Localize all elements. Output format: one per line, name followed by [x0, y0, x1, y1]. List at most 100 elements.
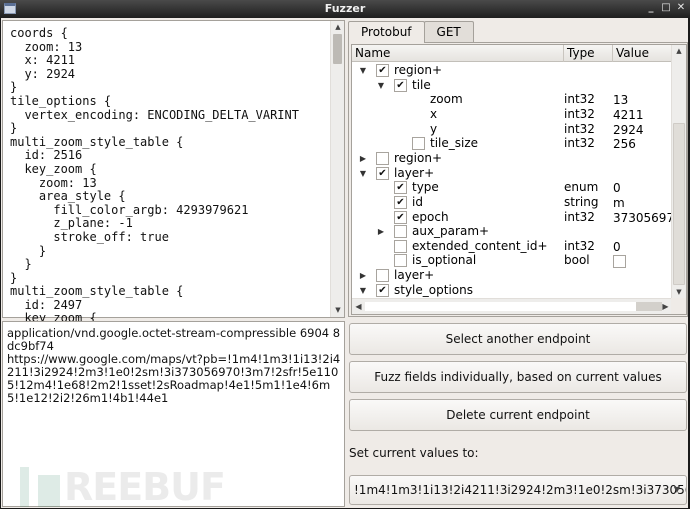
field-checkbox[interactable]: [376, 269, 389, 283]
field-type: int32: [564, 136, 595, 151]
field-name: zoom: [430, 92, 463, 107]
select-endpoint-button[interactable]: Select another endpoint: [349, 323, 687, 355]
tree-row[interactable]: ▼ ✔ region+: [352, 63, 672, 78]
tree-row[interactable]: ▶ aux_param+: [352, 224, 672, 239]
minimize-button[interactable]: _: [645, 1, 657, 15]
field-name: x: [430, 106, 438, 121]
tab-protobuf[interactable]: Protobuf: [348, 21, 425, 43]
field-checkbox[interactable]: [394, 254, 407, 268]
tree-row[interactable]: ▼ ✔ style_options: [352, 283, 672, 298]
field-type: int32: [564, 121, 595, 136]
tree-row[interactable]: is_optional bool: [352, 253, 672, 269]
field-name: layer+: [394, 165, 435, 180]
scroll-down-icon[interactable]: ▼: [331, 304, 345, 317]
collapse-arrow-icon[interactable]: ▼: [376, 78, 386, 93]
field-checkbox[interactable]: [376, 151, 389, 165]
collapse-arrow-icon[interactable]: ▼: [358, 166, 368, 181]
field-checkbox[interactable]: ✔: [376, 64, 389, 77]
field-checkbox[interactable]: [394, 225, 407, 239]
maximize-button[interactable]: □: [660, 1, 672, 15]
protobuf-tree[interactable]: Name Type Value ▼ ✔ region+ ▼ ✔ tile zoom int32…: [351, 44, 687, 315]
field-checkbox[interactable]: ✔: [394, 195, 407, 209]
expand-arrow-icon[interactable]: ▶: [358, 268, 368, 283]
field-name: type: [412, 180, 439, 195]
scroll-up-icon[interactable]: ▲: [672, 45, 686, 58]
scroll-up-icon[interactable]: ▲: [331, 21, 345, 34]
column-header-name[interactable]: Name: [352, 45, 564, 62]
field-name: y: [430, 121, 438, 136]
scroll-corner: [671, 298, 686, 314]
close-button[interactable]: ✕: [675, 1, 687, 15]
tree-row[interactable]: x int32 4211: [352, 107, 672, 122]
watermark-text: REEBUF: [64, 465, 226, 509]
collapse-arrow-icon[interactable]: ▼: [358, 63, 368, 78]
field-type: int32: [564, 209, 595, 224]
field-name: id: [412, 194, 423, 209]
tree-body: ▼ ✔ region+ ▼ ✔ tile zoom int32 13 x int32 4211 y int…: [352, 63, 672, 298]
field-name: tile_size: [430, 136, 479, 151]
field-name: epoch: [412, 209, 449, 224]
scrollbar-thumb[interactable]: [673, 123, 685, 285]
field-name: aux_param+: [412, 224, 490, 239]
field-checkbox[interactable]: ✔: [376, 283, 389, 297]
tree-row[interactable]: zoom int32 13: [352, 92, 672, 107]
field-checkbox[interactable]: [412, 137, 425, 151]
expand-arrow-icon[interactable]: ▶: [358, 151, 368, 166]
protobuf-tab-pane: Name Type Value ▼ ✔ region+ ▼ ✔ tile zoom int32…: [348, 42, 688, 317]
field-name: is_optional: [412, 253, 477, 268]
response-view[interactable]: application/vnd.google.octet-stream-comp…: [2, 321, 345, 507]
tree-header: Name Type Value: [352, 45, 672, 62]
tree-row[interactable]: ▼ ✔ layer+: [352, 166, 672, 181]
set-values-dropdown[interactable]: !1m4!1m3!1i13!2i4211!3i2924!2m3!1e0!2sm!…: [349, 475, 687, 505]
chevron-down-icon: ▼: [673, 485, 680, 494]
field-name: tile: [412, 77, 431, 92]
tree-vertical-scrollbar[interactable]: ▲ ▼: [671, 45, 686, 299]
tree-row[interactable]: extended_content_id+ int32 0: [352, 239, 672, 254]
request-editor-scrollbar[interactable]: ▲ ▼: [330, 21, 344, 317]
delete-endpoint-button[interactable]: Delete current endpoint: [349, 399, 687, 431]
scrollbar-track: [365, 302, 640, 311]
tab-bar: Protobuf GET: [348, 21, 474, 43]
value-checkbox[interactable]: [613, 255, 626, 269]
window-title: Fuzzer: [324, 2, 366, 15]
field-checkbox[interactable]: ✔: [376, 166, 389, 180]
field-type: int32: [564, 106, 595, 121]
tree-row[interactable]: tile_size int32 256: [352, 136, 672, 151]
tree-row[interactable]: ✔ id string m: [352, 195, 672, 210]
tree-row[interactable]: ▶ region+: [352, 151, 672, 166]
expand-arrow-icon[interactable]: ▶: [376, 224, 386, 239]
column-header-type[interactable]: Type: [564, 45, 613, 62]
field-checkbox[interactable]: ✔: [394, 181, 407, 195]
set-values-label: Set current values to:: [349, 446, 479, 460]
field-checkbox[interactable]: ✔: [394, 78, 407, 92]
tab-get[interactable]: GET: [423, 21, 474, 42]
set-values-selected: !1m4!1m3!1i13!2i4211!3i2924!2m3!1e0!2sm!…: [354, 483, 686, 497]
tree-row[interactable]: ▼ ✔ tile: [352, 78, 672, 93]
title-bar: Fuzzer _ □ ✕: [0, 0, 690, 18]
tree-row[interactable]: ✔epochint32373056970: [352, 210, 672, 225]
tree-row[interactable]: ✔ type enum 0: [352, 180, 672, 195]
field-name: region+: [394, 63, 443, 77]
request-editor[interactable]: coords { zoom: 13 x: 4211 y: 2924 } tile…: [2, 20, 345, 325]
field-type: string: [564, 194, 599, 209]
field-name: region+: [394, 150, 443, 165]
scrollbar-thumb[interactable]: [333, 34, 342, 64]
tree-row[interactable]: ▶ layer+: [352, 268, 672, 283]
field-type: int32: [564, 238, 595, 253]
request-editor-text[interactable]: coords { zoom: 13 x: 4211 y: 2924 } tile…: [10, 26, 299, 326]
fuzz-fields-button[interactable]: Fuzz fields individually, based on curre…: [349, 361, 687, 393]
column-header-value[interactable]: Value: [613, 45, 672, 62]
field-checkbox[interactable]: ✔: [394, 210, 407, 224]
field-name: layer+: [394, 268, 435, 283]
field-name: extended_content_id+: [412, 238, 548, 253]
collapse-arrow-icon[interactable]: ▼: [358, 283, 368, 298]
field-checkbox[interactable]: [394, 239, 407, 253]
response-text[interactable]: application/vnd.google.octet-stream-comp…: [7, 327, 342, 405]
tree-row[interactable]: y int32 2924: [352, 122, 672, 137]
field-type: enum: [564, 180, 599, 195]
field-name: style_options: [394, 282, 473, 297]
main-window: coords { zoom: 13 x: 4211 y: 2924 } tile…: [1, 18, 688, 508]
scroll-left-icon[interactable]: ◀: [352, 299, 365, 314]
field-type: bool: [564, 253, 590, 268]
tree-horizontal-scrollbar[interactable]: ◀ ▶: [352, 298, 672, 314]
